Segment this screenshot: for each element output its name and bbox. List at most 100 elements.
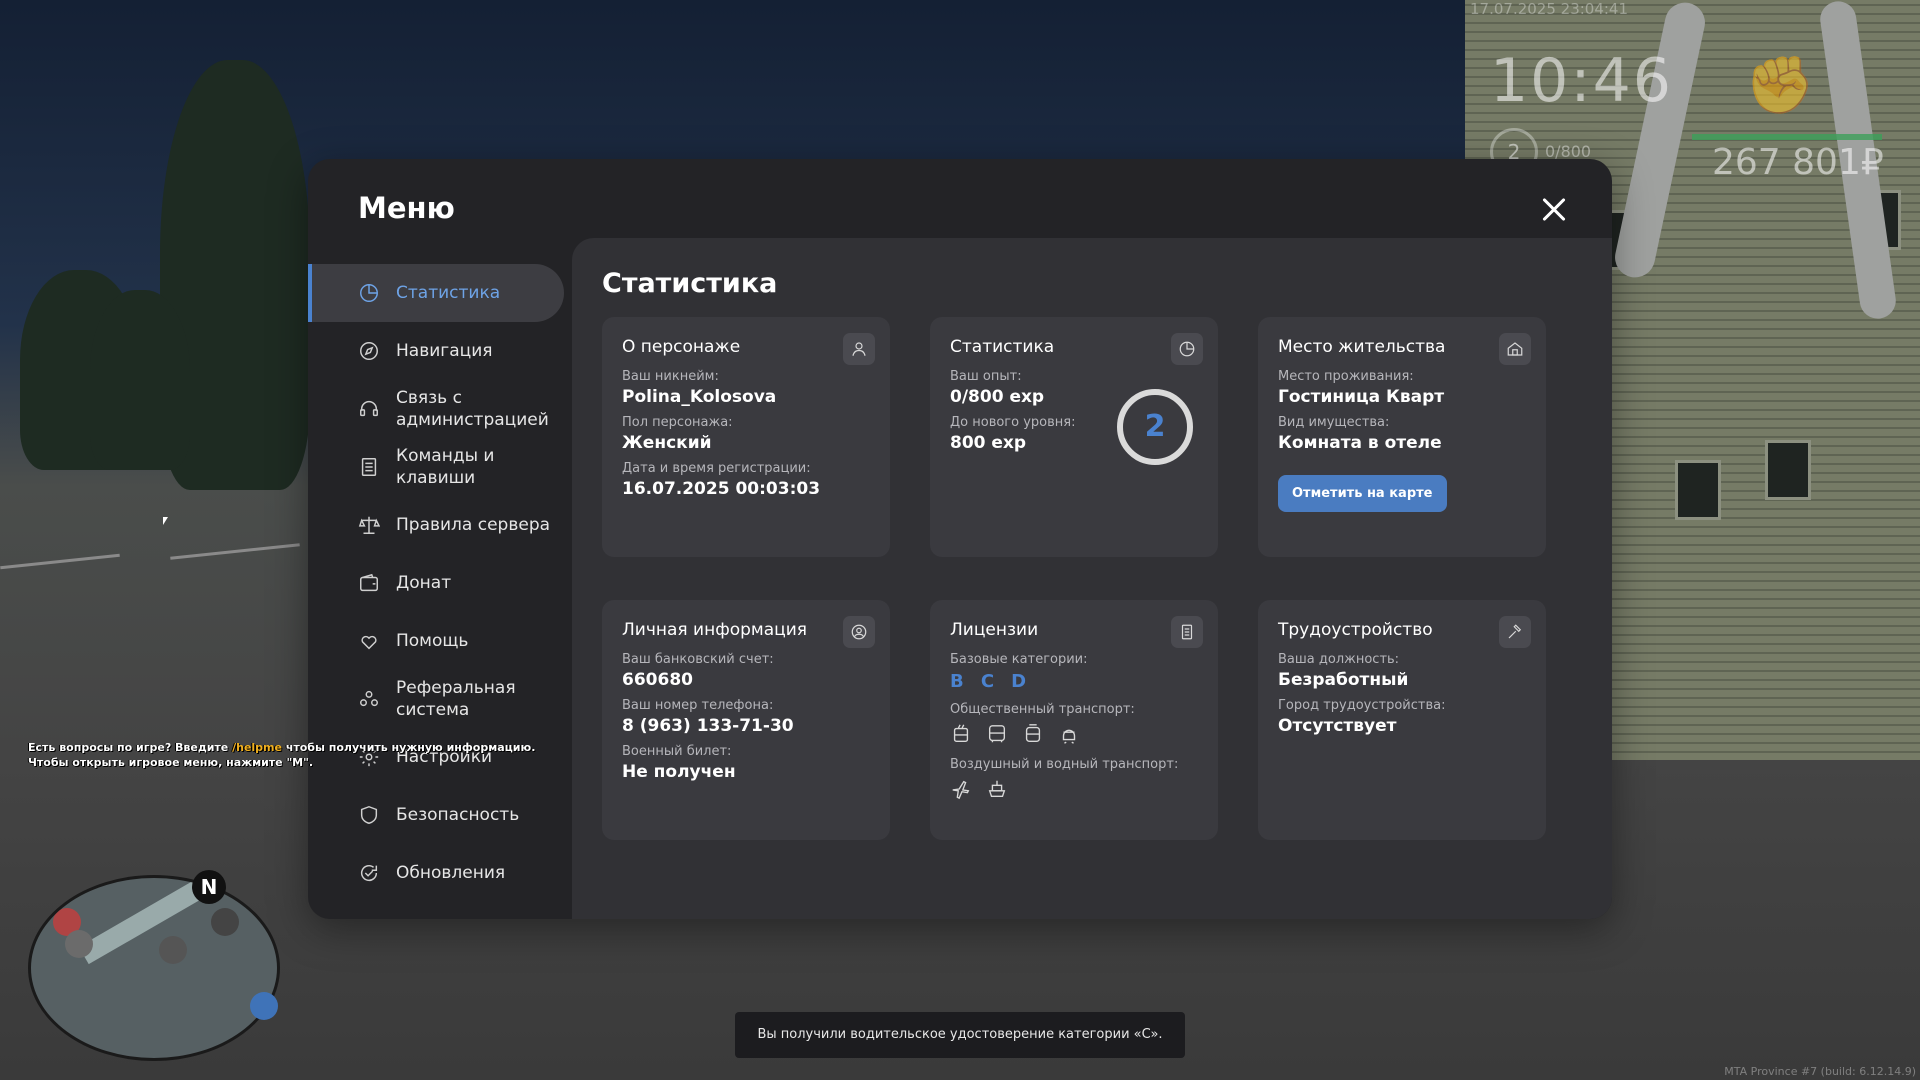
hud-health-bar [1692,134,1882,140]
sidebar-item-label: Правила сервера [396,515,551,535]
field-label: Общественный транспорт: [950,702,1135,717]
card-title: Личная информация [622,620,808,640]
sidebar-item-label: Обновления [396,863,506,883]
chat-command: /helpme [232,741,282,754]
user-icon [843,333,875,365]
vehicle-blip-icon [211,908,239,936]
phone-value: 8 (963) 133-71-30 [622,716,794,736]
compass-north-icon: N [192,870,226,904]
chat-line: Есть вопросы по игре? Введите /helpme чт… [28,741,536,754]
sidebar-item-navigation[interactable]: Навигация [308,322,564,380]
sidebar-item-updates[interactable]: Обновления [308,844,564,902]
bank-account-value: 660680 [622,670,693,690]
scales-icon [356,512,382,538]
field-label: Город трудоустройства: [1278,698,1446,713]
card-title: Статистика [950,337,1055,357]
sidebar-item-donate[interactable]: Донат [308,554,564,612]
sidebar-item-label: Статистика [396,283,501,303]
pie-chart-icon [1171,333,1203,365]
card-title: Трудоустройство [1278,620,1433,640]
mark-on-map-button[interactable]: Отметить на карте [1278,475,1447,512]
license-category-d: D [1011,671,1027,692]
trolleybus-icon [950,723,976,747]
field-label: Ваш никнейм: [622,369,719,384]
licenses-card: Лицензии Базовые категории: B C D Общест… [930,600,1218,840]
mouse-cursor [163,517,168,525]
license-document-icon [1171,616,1203,648]
minimap [28,875,280,1061]
subway-icon [1058,723,1084,747]
field-label: Место проживания: [1278,369,1414,384]
job-position-value: Безработный [1278,670,1409,690]
nickname-value: Polina_Kolosova [622,387,777,407]
gender-value: Женский [622,433,712,453]
close-icon[interactable] [1536,191,1572,227]
sidebar-item-label: Помощь [396,631,469,651]
ship-icon [986,778,1012,802]
headset-icon [356,396,382,422]
level-number: 2 [1144,409,1166,444]
road-marking [170,543,300,560]
field-label: Базовые категории: [950,652,1088,667]
sidebar-item-referral[interactable]: Реферальная система [308,670,564,728]
notification-toast: Вы получили водительское удостоверение к… [735,1012,1185,1058]
sidebar-item-contact-admin[interactable]: Связь с администрацией [308,380,564,438]
stats-card: Статистика Ваш опыт: 0/800 exp До нового… [930,317,1218,557]
sidebar-item-statistics[interactable]: Статистика [308,264,564,322]
people-icon [356,686,382,712]
field-label: Военный билет: [622,744,732,759]
field-label: Ваш банковский счет: [622,652,774,667]
license-categories: B C D [950,671,1198,692]
character-card: О персонаже Ваш никнейм: Polina_Kolosova… [602,317,890,557]
shield-icon [356,802,382,828]
build-info: MTA Province #7 (build: 6.12.14.9) [1724,1065,1916,1078]
menu-title: Меню [358,191,455,225]
field-label: Ваш опыт: [950,369,1022,384]
sidebar-item-label: Реферальная система [396,678,516,720]
road-marking [0,553,120,570]
vehicle-blip-icon [65,930,93,958]
air-water-transport-icons [950,778,1198,802]
sidebar-item-label: Связь с администрацией [396,388,549,430]
sidebar-item-rules[interactable]: Правила сервера [308,496,564,554]
field-label: Ваш номер телефона: [622,698,774,713]
tram-icon [1022,723,1048,747]
sidebar-item-help[interactable]: Помощь [308,612,564,670]
statistics-panel: Статистика О персонаже Ваш никнейм: Poli… [572,238,1612,919]
sidebar-item-security[interactable]: Безопасность [308,786,564,844]
sidebar-item-label: Навигация [396,341,493,361]
bus-stop-blip-icon [250,992,278,1020]
job-city-value: Отсутствует [1278,716,1397,736]
user-circle-icon [843,616,875,648]
hammer-icon [1499,616,1531,648]
hud-datetime: 17.07.2025 23:04:41 [1470,0,1629,18]
field-label: Воздушный и водный транспорт: [950,757,1179,772]
pie-chart-icon [356,280,382,306]
bus-icon [986,723,1012,747]
military-id-value: Не получен [622,762,736,782]
game-menu-window: Меню Статистика Навигация Связь с админи… [308,159,1612,919]
residence-card: Место жительства Место проживания: Гости… [1258,317,1546,557]
sidebar-item-label: Донат [396,573,452,593]
document-icon [356,454,382,480]
personal-info-card: Личная информация Ваш банковский счет: 6… [602,600,890,840]
field-label: Дата и время регистрации: [622,461,811,476]
field-label: Ваша должность: [1278,652,1400,667]
hud-money: 267 801₽ [1712,142,1884,183]
house-icon [1499,333,1531,365]
card-title: Лицензии [950,620,1039,640]
page-title: Статистика [602,268,778,299]
registration-value: 16.07.2025 00:03:03 [622,479,821,499]
employment-card: Трудоустройство Ваша должность: Безработ… [1258,600,1546,840]
chat-line: Чтобы открыть игровое меню, нажмите "M". [28,756,314,769]
field-label: Вид имущества: [1278,415,1390,430]
heart-hand-icon [356,628,382,654]
sidebar-item-commands[interactable]: Команды и клавиши [308,438,564,496]
card-title: О персонаже [622,337,741,357]
sidebar-item-label: Безопасность [396,805,520,825]
fist-weapon-icon: ✊ [1745,53,1815,118]
card-title: Место жительства [1278,337,1446,357]
public-transport-icons [950,723,1198,747]
vehicle-blip-icon [159,936,187,964]
wallet-icon [356,570,382,596]
